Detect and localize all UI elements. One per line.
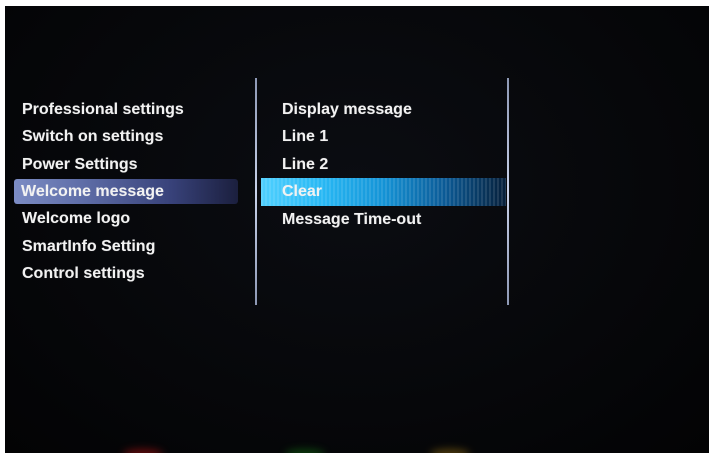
yellow-key-glow: [430, 449, 470, 453]
submenu-item-line-1[interactable]: Line 1: [261, 123, 506, 150]
red-key-glow: [123, 449, 163, 453]
column-divider: [255, 78, 257, 305]
menu-item-switch-on-settings[interactable]: Switch on settings: [14, 123, 238, 150]
submenu-item-clear[interactable]: Clear: [261, 178, 506, 207]
settings-category-menu: Professional settings Switch on settings…: [14, 96, 238, 287]
menu-item-welcome-logo[interactable]: Welcome logo: [14, 205, 238, 232]
menu-item-smartinfo-setting[interactable]: SmartInfo Setting: [14, 233, 238, 260]
menu-item-control-settings[interactable]: Control settings: [14, 260, 238, 287]
submenu-item-display-message[interactable]: Display message: [261, 96, 506, 123]
menu-item-professional-settings[interactable]: Professional settings: [14, 96, 238, 123]
menu-item-welcome-message[interactable]: Welcome message: [14, 179, 238, 205]
menu-item-power-settings[interactable]: Power Settings: [14, 151, 238, 178]
column-divider: [507, 78, 509, 305]
submenu-item-line-2[interactable]: Line 2: [261, 151, 506, 178]
welcome-message-submenu: Display message Line 1 Line 2 Clear Mess…: [261, 96, 506, 234]
tv-frame: Professional settings Switch on settings…: [0, 0, 712, 453]
submenu-item-message-time-out[interactable]: Message Time-out: [261, 206, 506, 233]
tv-screen: Professional settings Switch on settings…: [5, 6, 709, 453]
green-key-glow: [285, 449, 325, 453]
